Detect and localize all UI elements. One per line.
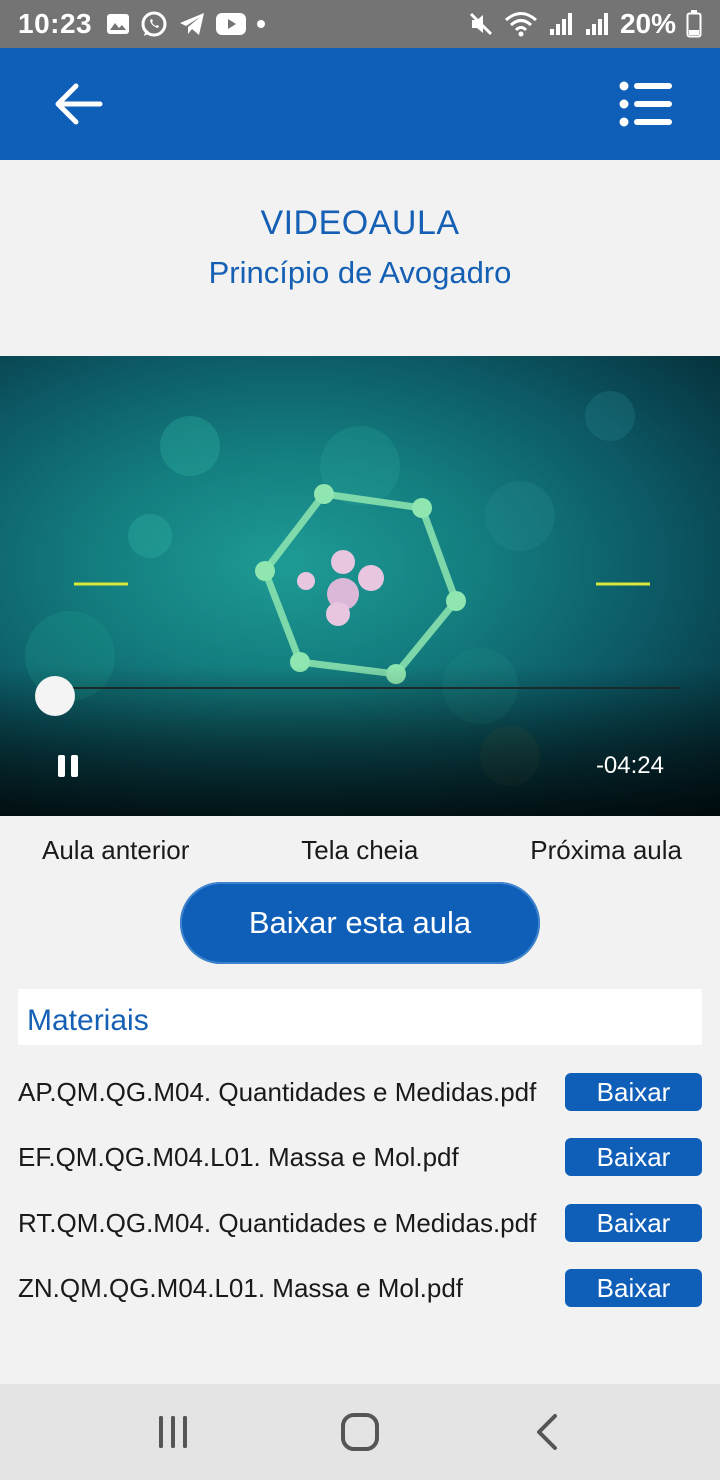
material-item: AP.QM.QG.M04. Quantidades e Medidas.pdf … xyxy=(18,1072,702,1112)
material-name: RT.QM.QG.M04. Quantidades e Medidas.pdf xyxy=(18,1207,537,1238)
system-nav-bar xyxy=(0,1384,720,1480)
pause-icon xyxy=(71,755,78,777)
gallery-icon xyxy=(106,13,130,35)
mute-icon xyxy=(468,11,494,37)
signal-icon xyxy=(548,11,574,37)
list-menu-icon xyxy=(619,81,672,127)
lesson-heading: VIDEOAULA Princípio de Avogadro xyxy=(0,160,720,356)
status-bar: 10:23 20% xyxy=(0,0,720,48)
video-time-remaining: -04:24 xyxy=(595,752,664,779)
app-bar xyxy=(0,48,720,160)
video-progress-bar[interactable] xyxy=(55,687,680,689)
material-item: EF.QM.QG.M04.L01. Massa e Mol.pdf Baixar xyxy=(18,1137,702,1177)
pause-icon xyxy=(58,755,65,777)
video-progress-thumb[interactable] xyxy=(35,676,75,716)
dot-icon xyxy=(256,19,266,29)
status-left: 10:23 xyxy=(18,8,266,40)
lesson-controls: Aula anterior Tela cheia Próxima aula xyxy=(0,830,720,870)
arrow-left-icon xyxy=(55,83,103,125)
previous-lesson-button[interactable]: Aula anterior xyxy=(42,835,189,866)
recent-apps-icon xyxy=(159,1416,188,1448)
pause-button[interactable] xyxy=(50,746,86,786)
wifi-icon xyxy=(504,11,538,37)
material-name: AP.QM.QG.M04. Quantidades e Medidas.pdf xyxy=(18,1076,537,1107)
material-item: ZN.QM.QG.M04.L01. Massa e Mol.pdf Baixar xyxy=(18,1268,702,1308)
home-icon xyxy=(340,1413,379,1451)
next-lesson-button[interactable]: Próxima aula xyxy=(530,835,682,866)
material-download-button[interactable]: Baixar xyxy=(565,1204,702,1242)
youtube-icon xyxy=(216,13,247,35)
page-title: VIDEOAULA xyxy=(260,204,460,242)
fullscreen-button[interactable]: Tela cheia xyxy=(301,835,418,866)
material-item: RT.QM.QG.M04. Quantidades e Medidas.pdf … xyxy=(18,1203,702,1243)
lesson-subtitle: Princípio de Avogadro xyxy=(208,255,512,290)
recent-apps-button[interactable] xyxy=(133,1402,213,1462)
download-lesson-button[interactable]: Baixar esta aula xyxy=(180,882,540,964)
home-button[interactable] xyxy=(320,1402,400,1462)
material-download-button[interactable]: Baixar xyxy=(565,1073,702,1111)
status-time: 10:23 xyxy=(18,8,93,39)
notification-icons xyxy=(106,10,266,38)
material-name: ZN.QM.QG.M04.L01. Massa e Mol.pdf xyxy=(18,1272,464,1303)
signal-icon xyxy=(584,11,610,37)
battery-percentage: 20% xyxy=(619,8,676,39)
video-player[interactable]: -04:24 xyxy=(0,356,720,816)
material-download-button[interactable]: Baixar xyxy=(565,1269,702,1307)
materials-header: Materiais xyxy=(18,989,702,1045)
telegram-icon xyxy=(178,11,206,37)
material-download-button[interactable]: Baixar xyxy=(565,1138,702,1176)
material-name: EF.QM.QG.M04.L01. Massa e Mol.pdf xyxy=(18,1141,459,1172)
back-button[interactable] xyxy=(48,74,108,134)
menu-button[interactable] xyxy=(616,74,676,134)
battery-icon xyxy=(686,10,702,38)
status-right: 20% xyxy=(468,8,702,40)
back-icon xyxy=(536,1414,557,1450)
system-back-button[interactable] xyxy=(507,1402,587,1462)
whatsapp-icon xyxy=(140,10,168,38)
